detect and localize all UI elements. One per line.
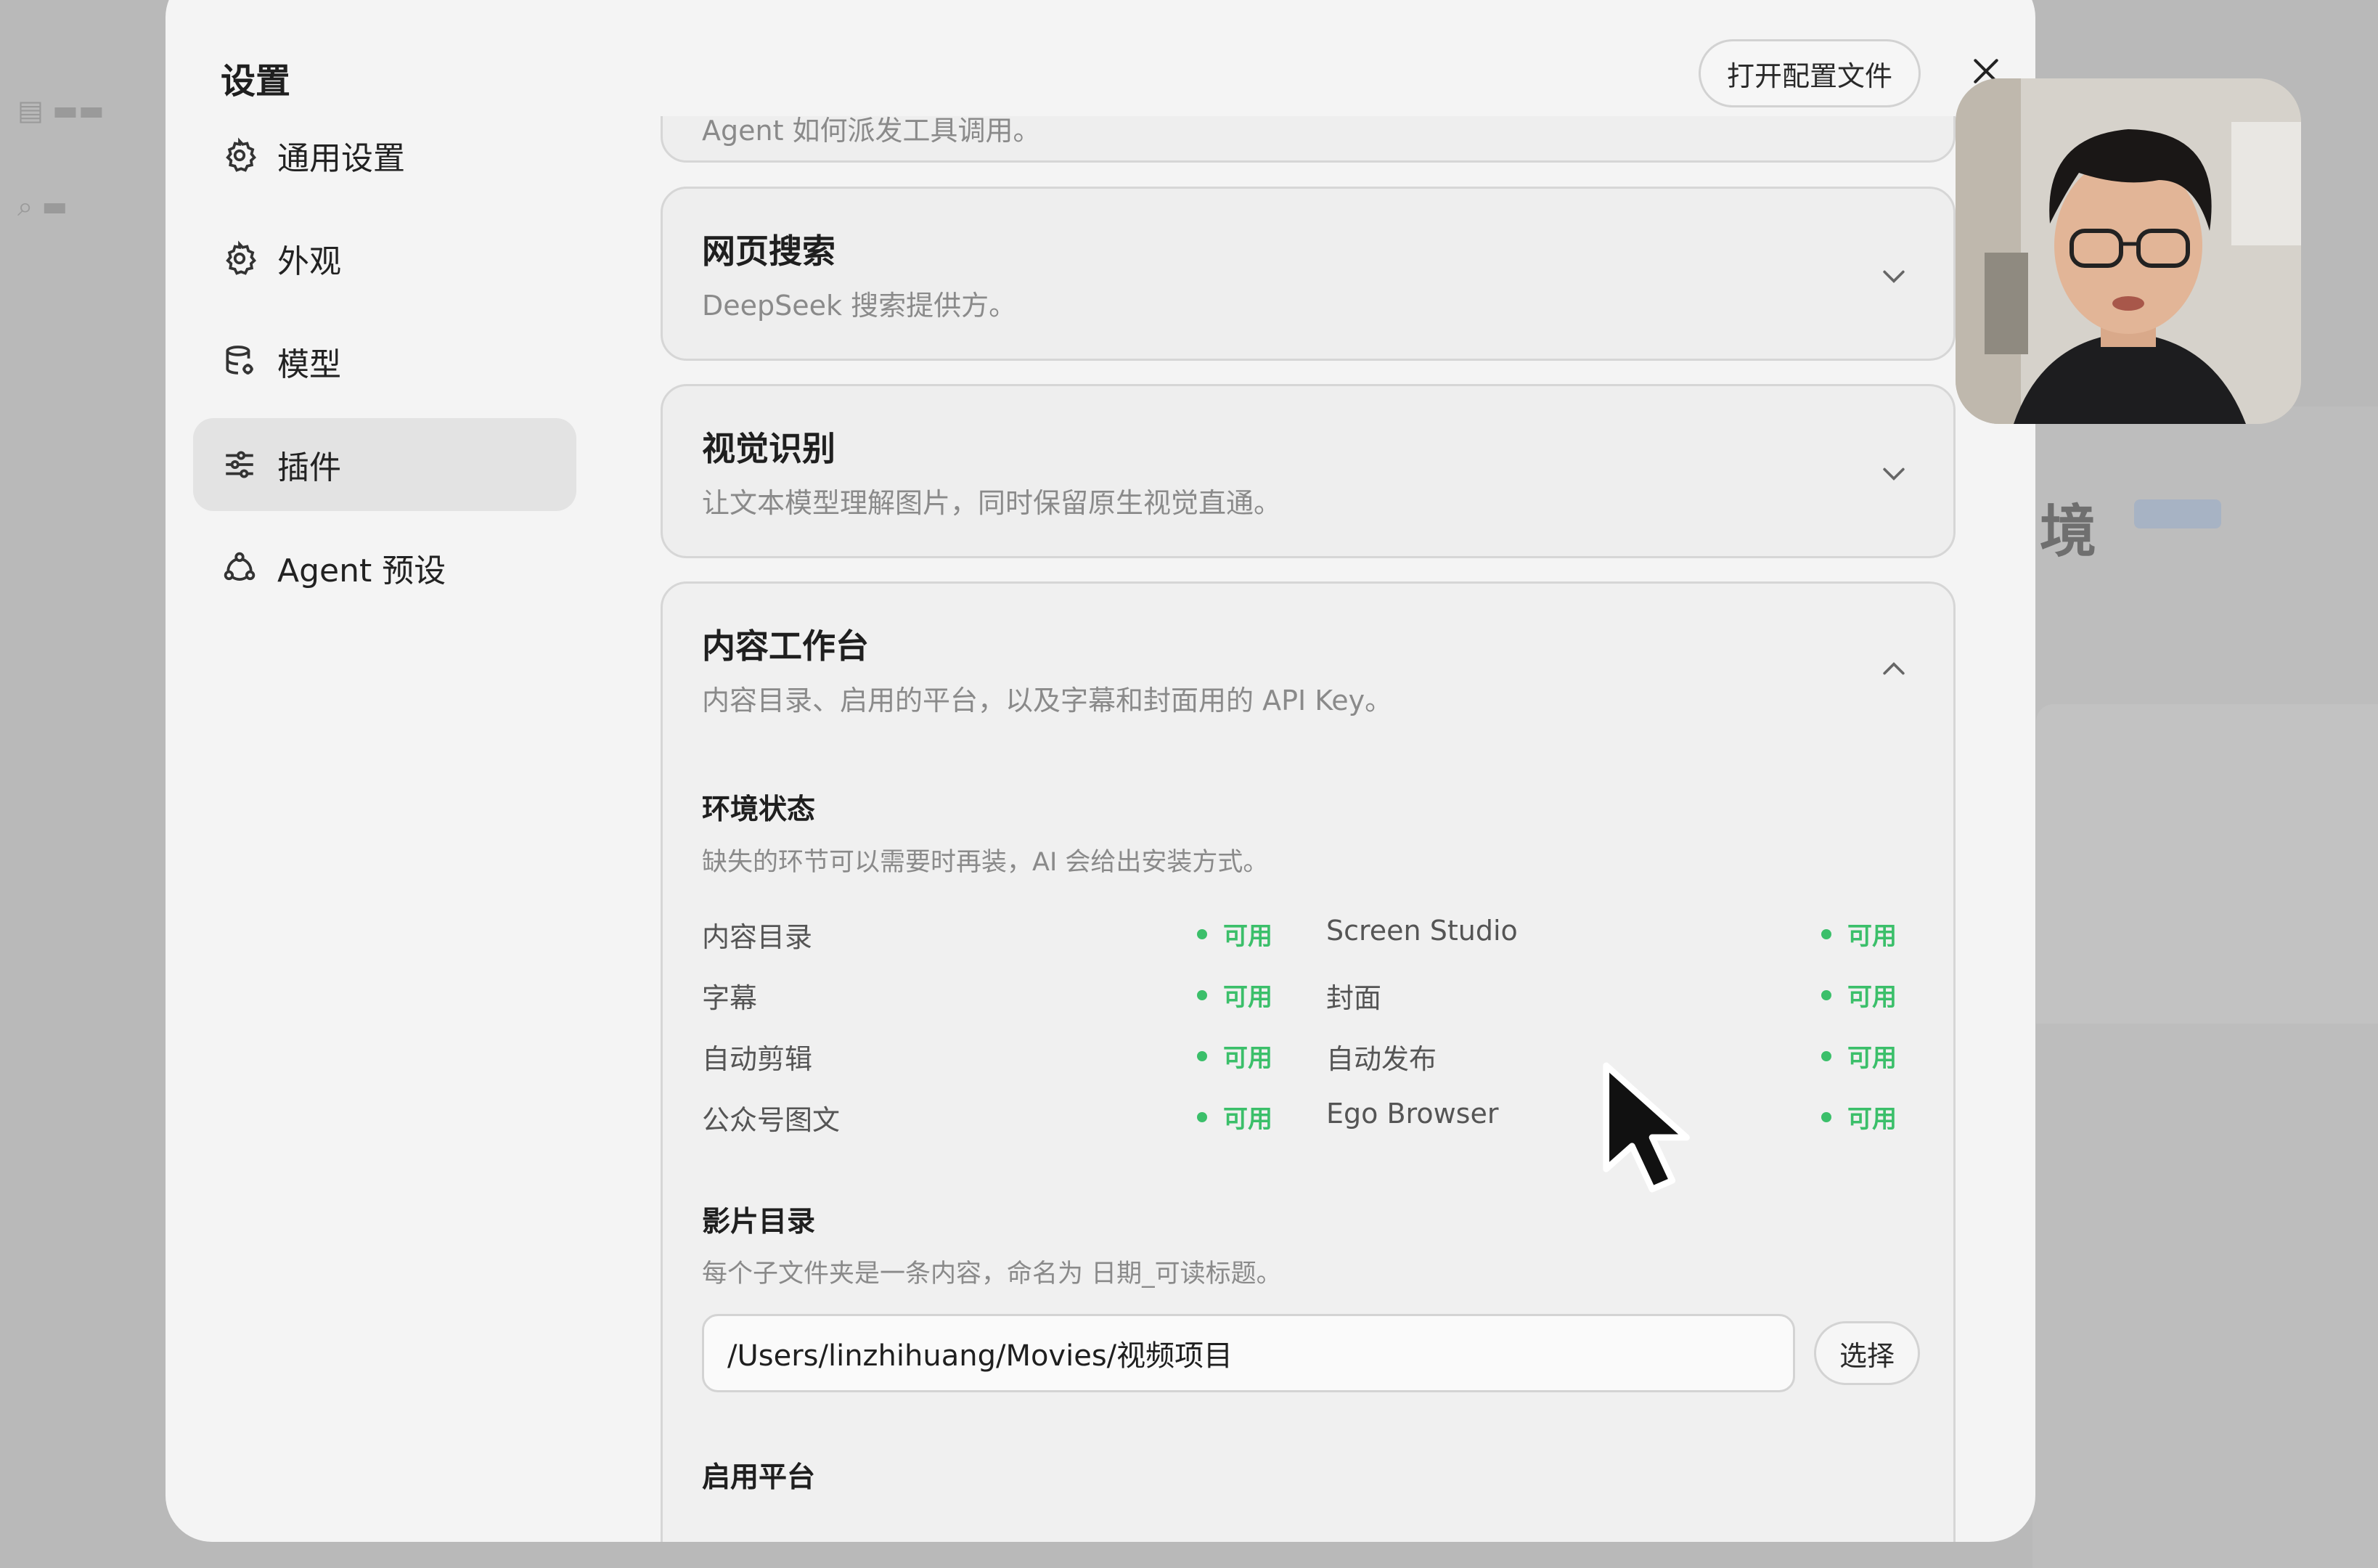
status-badge: 可用 (1197, 977, 1272, 1013)
status-item: 字幕 可用 (702, 971, 1297, 1015)
webcam-overlay (1956, 78, 2301, 424)
gear-icon (219, 135, 260, 176)
background-search-icon: ⌕ ▬ (17, 190, 68, 222)
status-row: 字幕 可用 封面 可用 (702, 971, 1897, 1015)
status-row: 公众号图文 可用 Ego Browser 可用 (702, 1093, 1897, 1137)
status-item: 内容目录 可用 (702, 910, 1297, 954)
background-badge (2134, 499, 2221, 528)
database-icon (219, 341, 260, 382)
status-row: 内容目录 可用 Screen Studio 可用 (702, 910, 1897, 954)
agent-icon (219, 547, 260, 588)
movie-dir-description: 每个子文件夹是一条内容，命名为 日期_可读标题。 (702, 1259, 1282, 1289)
tool-dispatch-card[interactable]: Agent 如何派发工具调用。 (661, 116, 1956, 163)
nav-item-general[interactable]: 通用设置 (193, 109, 576, 202)
web-search-card[interactable]: 网页搜索 DeepSeek 搜索提供方。 (661, 187, 1956, 361)
status-item: 公众号图文 可用 (702, 1093, 1297, 1137)
nav-label: 外观 (277, 243, 341, 280)
chevron-down-icon[interactable] (1878, 260, 1910, 292)
sliders-icon (219, 444, 260, 485)
status-badge: 可用 (1821, 916, 1897, 952)
card-title: 内容工作台 (702, 626, 869, 666)
webcam-person-image (1956, 78, 2301, 424)
nav-label: 模型 (277, 346, 341, 383)
status-badge: 可用 (1197, 1038, 1272, 1074)
status-item: Screen Studio 可用 (1326, 910, 1921, 954)
nav-item-appearance[interactable]: 外观 (193, 212, 576, 305)
choose-folder-button[interactable]: 选择 (1814, 1321, 1920, 1385)
status-badge: 可用 (1821, 977, 1897, 1013)
status-item: 自动剪辑 可用 (702, 1032, 1297, 1076)
nav-item-plugins[interactable]: 插件 (193, 418, 576, 511)
status-name: 自动剪辑 (702, 1043, 813, 1075)
status-badge: 可用 (1197, 916, 1272, 952)
nav-label: Agent 预设 (277, 552, 446, 589)
background-heading: 境 (2040, 499, 2097, 565)
background-card (2036, 704, 2378, 1024)
env-status-description: 缺失的环节可以需要时再装，AI 会给出安装方式。 (702, 848, 1269, 877)
nav-item-models[interactable]: 模型 (193, 315, 576, 408)
content-workbench-card: 内容工作台 内容目录、启用的平台，以及字幕和封面用的 API Key。 环境状态… (661, 581, 1956, 1542)
env-status-title: 环境状态 (702, 793, 816, 826)
status-badge: 可用 (1821, 1038, 1897, 1074)
chevron-down-icon[interactable] (1878, 457, 1910, 489)
status-name: 封面 (1326, 982, 1382, 1014)
nav-label: 通用设置 (277, 140, 405, 177)
plugin-settings-content[interactable]: Agent 如何派发工具调用。 网页搜索 DeepSeek 搜索提供方。 视觉识… (661, 116, 1989, 1542)
background-sidebar-item: ▤ ▬▬ (17, 94, 105, 126)
platforms-title: 启用平台 (702, 1461, 816, 1494)
status-name: Screen Studio (1326, 915, 1518, 947)
status-badge: 可用 (1821, 1099, 1897, 1135)
status-name: 公众号图文 (702, 1104, 841, 1136)
status-row: 自动剪辑 可用 自动发布 可用 (702, 1032, 1897, 1076)
status-name: 自动发布 (1326, 1043, 1437, 1075)
card-description: Agent 如何派发工具调用。 (702, 116, 1041, 147)
open-config-button[interactable]: 打开配置文件 (1699, 39, 1921, 107)
movie-dir-input[interactable]: /Users/linzhihuang/Movies/视频项目 (702, 1314, 1795, 1392)
movie-dir-title: 影片目录 (702, 1206, 816, 1238)
mouse-cursor-icon (1603, 1062, 1690, 1193)
gear-icon (219, 238, 260, 279)
card-title: 网页搜索 (702, 232, 835, 271)
status-item: 封面 可用 (1326, 971, 1921, 1015)
settings-dialog: 设置 通用设置 外观 模型 插件 Agent 预设 打开配置文件 Agent 如… (166, 0, 2035, 1542)
vision-card[interactable]: 视觉识别 让文本模型理解图片，同时保留原生视觉直通。 (661, 384, 1956, 558)
dialog-title: 设置 (221, 61, 291, 102)
chevron-up-icon[interactable] (1878, 653, 1910, 685)
nav-label: 插件 (277, 449, 341, 486)
card-title: 视觉识别 (702, 429, 835, 468)
card-description: 让文本模型理解图片，同时保留原生视觉直通。 (702, 487, 1282, 519)
status-name: Ego Browser (1326, 1098, 1499, 1130)
status-badge: 可用 (1197, 1099, 1272, 1135)
settings-nav: 通用设置 外观 模型 插件 Agent 预设 (193, 109, 576, 624)
nav-item-agent-presets[interactable]: Agent 预设 (193, 521, 576, 614)
status-name: 字幕 (702, 982, 758, 1014)
card-description: DeepSeek 搜索提供方。 (702, 290, 1017, 322)
status-name: 内容目录 (702, 921, 813, 953)
card-description: 内容目录、启用的平台，以及字幕和封面用的 API Key。 (702, 685, 1393, 716)
